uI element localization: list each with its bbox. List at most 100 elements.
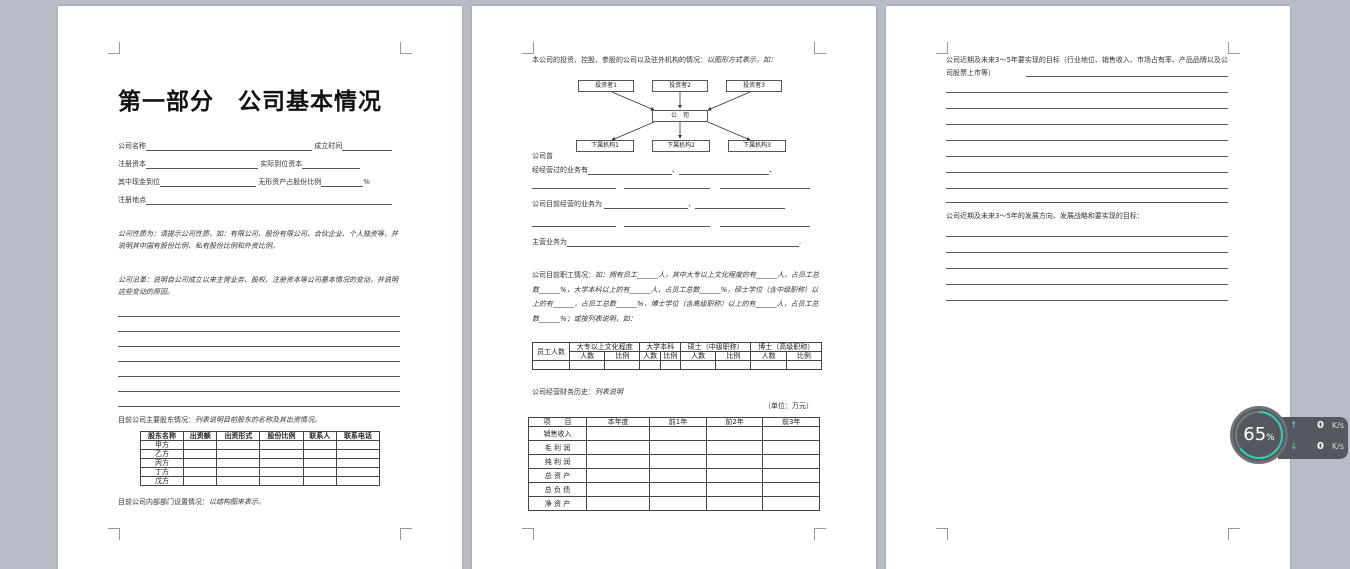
table-header: 员工人数 xyxy=(531,342,571,361)
table-cell: 纯 利 润 xyxy=(528,454,587,469)
document-page-3: 公司近期及未来3～5年要实现的目标（行业地位、销售收入、市场占有率、产品品牌以及… xyxy=(886,6,1290,569)
table-header: 前1年 xyxy=(649,417,707,427)
finance-table: 项 目 本年度 前1年 前2年 前3年 销售收入 毛 利 润 纯 利 润 总 资… xyxy=(528,417,820,511)
dept-heading: 目前公司内部部门设置情况：以结构图来表示。 xyxy=(118,498,265,506)
table-header: 大专以上文化程度 xyxy=(569,342,641,352)
table-row: 销售收入 xyxy=(528,426,820,441)
table-row: 总 资 产 xyxy=(528,468,820,483)
blank-line[interactable] xyxy=(946,202,1228,203)
table-cell: 毛 利 润 xyxy=(528,440,587,455)
main-business-field[interactable]: 主营业务为. xyxy=(532,238,801,247)
blank-line[interactable] xyxy=(118,406,400,407)
table-row xyxy=(531,360,823,370)
table-header: 人数 xyxy=(750,351,787,361)
network-speed-panel[interactable]: ↑ 0 K/s ↓ 0 K/s xyxy=(1278,417,1348,459)
company-box: 公 司 xyxy=(652,110,708,122)
blank-line[interactable] xyxy=(946,188,1228,189)
table-header: 联系人 xyxy=(302,431,337,441)
table-header: 本年度 xyxy=(585,417,651,427)
table-header: 联系电话 xyxy=(335,431,381,441)
investor-box: 投资者2 xyxy=(652,80,708,92)
blank-line[interactable] xyxy=(1026,76,1228,77)
download-arrow-icon: ↓ xyxy=(1290,442,1298,452)
table-cell: 丙方 xyxy=(139,458,185,468)
crop-mark xyxy=(522,528,534,540)
blank-line[interactable] xyxy=(118,331,400,332)
investor-box: 投资者3 xyxy=(726,80,782,92)
table-header: 股东名称 xyxy=(139,431,185,441)
crop-mark xyxy=(936,42,948,54)
document-page-1: 第一部分 公司基本情况 公司名称 成立时间 注册资本 实际到位资本 其中现金到位… xyxy=(58,6,462,569)
blank-line[interactable] xyxy=(118,316,400,317)
table-cell: 乙方 xyxy=(139,449,185,459)
blank-line[interactable] xyxy=(720,226,810,227)
table-cell: 总 负 债 xyxy=(528,482,587,497)
blank-line[interactable] xyxy=(946,156,1228,157)
company-name-field[interactable]: 公司名称 成立时间 xyxy=(118,142,393,151)
crop-mark xyxy=(108,528,120,540)
blank-line[interactable] xyxy=(946,172,1228,173)
company-was-label: 公司曾 xyxy=(532,152,553,160)
blank-line[interactable] xyxy=(118,376,400,377)
table-header: 人数 xyxy=(639,351,661,361)
cash-paid-field[interactable]: 其中现金到位 无形资产占股份比例% xyxy=(118,178,370,187)
finance-heading: 公司经营财务历史：列表说明 xyxy=(532,388,623,396)
table-cell: 戊方 xyxy=(139,476,185,486)
blank-line[interactable] xyxy=(624,226,710,227)
blank-line[interactable] xyxy=(118,391,400,392)
crop-mark xyxy=(400,42,412,54)
table-row: 总 负 债 xyxy=(528,482,820,497)
staff-table: 员工人数 大专以上文化程度 大学本科 硕士（中级职称） 博士（高级职称） 人数比… xyxy=(531,342,823,370)
table-header: 前3年 xyxy=(762,417,820,427)
business-once-field[interactable]: 经经营过的业务有、、 xyxy=(532,166,776,175)
blank-line[interactable] xyxy=(946,92,1228,93)
blank-line[interactable] xyxy=(946,124,1228,125)
table-row: 毛 利 润 xyxy=(528,440,820,455)
blank-line[interactable] xyxy=(946,140,1228,141)
blank-line[interactable] xyxy=(946,300,1228,301)
blank-line[interactable] xyxy=(624,188,710,189)
business-now-field[interactable]: 公司目前经营的业务为 、 xyxy=(532,200,786,209)
memory-usage-widget[interactable]: 65% xyxy=(1230,406,1288,464)
crop-mark xyxy=(814,528,826,540)
blank-line[interactable] xyxy=(720,188,810,189)
crop-mark xyxy=(400,528,412,540)
document-page-2: 本公司的投资、控股、参股的公司以及驻外机构的情况：以图形方式表示，如： 投资者1… xyxy=(472,6,876,569)
section-title: 第一部分 公司基本情况 xyxy=(118,89,382,115)
table-row: 丙方 xyxy=(139,458,381,468)
blank-line[interactable] xyxy=(946,236,1228,237)
blank-line[interactable] xyxy=(946,252,1228,253)
staff-text: 公司目前职工情况：如：拥有员工______人，其中大专以上文化程度的有_____… xyxy=(532,271,819,323)
table-row: 净 资 产 xyxy=(528,496,820,511)
table-header: 人数 xyxy=(680,351,717,361)
subsidiary-box: 下属机构3 xyxy=(728,140,786,152)
crop-mark xyxy=(1228,42,1240,54)
table-header: 比例 xyxy=(715,351,752,361)
blank-line[interactable] xyxy=(532,226,616,227)
blank-line[interactable] xyxy=(532,188,616,189)
blank-line[interactable] xyxy=(946,284,1228,285)
company-history-text: 公司沿革：说明自公司成立以来主营业务、股权、注册资本等公司基本情况的变动，并说明… xyxy=(118,276,398,296)
reg-capital-field[interactable]: 注册资本 实际到位资本 xyxy=(118,160,361,169)
long-term-goals-text: 公司近期及未来3～5年的发展方向、发展战略和要实现的目标： xyxy=(946,212,1144,220)
blank-line[interactable] xyxy=(118,361,400,362)
blank-line[interactable] xyxy=(946,268,1228,269)
crop-mark xyxy=(936,528,948,540)
table-header: 硕士（中级职称） xyxy=(680,342,752,352)
table-cell: 销售收入 xyxy=(528,426,587,441)
blank-line[interactable] xyxy=(118,346,400,347)
subsidiary-box: 下属机构1 xyxy=(576,140,634,152)
company-nature-text: 公司性质为：请提示公司性质，如：有限公司、股份有限公司、合伙企业、个人独资等，并… xyxy=(118,230,398,250)
table-row: 戊方 xyxy=(139,476,381,486)
reg-address-field[interactable]: 注册地点 xyxy=(118,196,392,205)
shareholder-table: 股东名称 出资额 出资形式 股份比例 联系人 联系电话 甲方 乙方 丙方 丁方 … xyxy=(139,431,381,486)
table-row: 丁方 xyxy=(139,467,381,477)
table-header: 比例 xyxy=(785,351,823,361)
blank-line[interactable] xyxy=(946,108,1228,109)
download-value: 0 xyxy=(1317,441,1324,452)
table-cell: 甲方 xyxy=(139,440,185,450)
table-header: 人数 xyxy=(569,351,606,361)
crop-mark xyxy=(108,42,120,54)
upload-arrow-icon: ↑ xyxy=(1290,421,1298,431)
table-row: 甲方 xyxy=(139,440,381,450)
